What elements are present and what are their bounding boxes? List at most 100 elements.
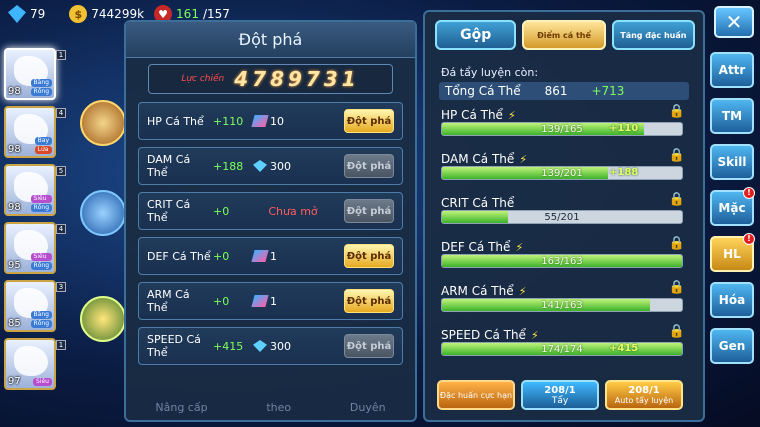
pokemon-portrait xyxy=(14,346,48,376)
breakthrough-row: ARM Cá Thể +0 1 Đột phá xyxy=(138,282,403,320)
padlock-icon[interactable]: 🔒 xyxy=(669,104,685,119)
diamond-icon xyxy=(253,160,267,172)
stamina-max: /157 xyxy=(202,7,230,21)
side-nav-list: Attr TM Skill Mặc! HL! Hóa Gen xyxy=(708,52,756,364)
tab-follow[interactable]: theo xyxy=(266,401,291,414)
team-slot[interactable]: 95 4 Siêu Rồng xyxy=(4,222,66,274)
auto-wash-button[interactable]: 208/1 Auto tẩy luyện xyxy=(605,380,683,410)
nav-hl[interactable]: HL! xyxy=(710,233,755,272)
nav-skill[interactable]: Skill xyxy=(710,144,754,180)
tab-special-training[interactable]: Tăng đặc huấn xyxy=(611,20,695,50)
stat-progress-text: 139/201 xyxy=(541,167,583,179)
team-list: 98 1 Băng Rồng 98 4 Bay Lửa 98 5 Siêu Rồng 95 4 Siêu Rồ… xyxy=(4,48,78,396)
team-slot[interactable]: 97 1 Siêu xyxy=(4,338,66,390)
team-slot[interactable]: 98 4 Bay Lửa xyxy=(4,106,66,158)
breakthrough-rows: HP Cá Thể +110 10 Đột phá DAM Cá Thể +188 300 Đ… xyxy=(126,102,415,365)
training-item-icon xyxy=(251,115,269,127)
type-tag: Rồng xyxy=(30,204,52,212)
extreme-training-button[interactable]: Đặc huấn cực hạn xyxy=(437,380,515,410)
type-tag: Băng xyxy=(30,79,52,87)
cost-value: 1 xyxy=(270,294,277,308)
nav-tm[interactable]: TM xyxy=(710,98,754,134)
pokemon-feature-icon[interactable] xyxy=(80,100,126,146)
stat-bonus: +0 xyxy=(213,249,230,263)
total-label: Tổng Cá Thể xyxy=(445,84,521,98)
padlock-icon[interactable]: 🔒 xyxy=(669,280,685,295)
stat-name: DAM Cá Thể xyxy=(147,153,191,179)
diamond-icon xyxy=(253,340,267,352)
slot-number: 4 xyxy=(56,108,66,118)
combat-power-value: 4789731 xyxy=(234,67,360,91)
tab-upgrade[interactable]: Nâng cấp xyxy=(155,401,207,414)
auto-wash-label: Auto tẩy luyện xyxy=(614,396,674,405)
type-tags: Siêu Rồng xyxy=(30,253,52,270)
breakthrough-button[interactable]: Đột phá xyxy=(344,109,394,133)
breakthrough-row: CRIT Cá Thể +0 Chưa mở Đột phá xyxy=(138,192,403,230)
padlock-icon[interactable]: 🔒 xyxy=(669,192,685,207)
stat-bonus: +0 xyxy=(213,204,230,218)
training-panel: Gộp Điểm cá thể Tăng đặc huấn Đá tẩy luy… xyxy=(423,10,705,422)
breakthrough-button[interactable]: Đột phá xyxy=(344,334,394,358)
wash-button[interactable]: 208/1 Tẩy xyxy=(521,380,599,410)
stat-progress-text: 55/201 xyxy=(544,211,580,223)
breakthrough-button[interactable]: Đột phá xyxy=(344,289,394,313)
extreme-training-label: Đặc huấn cực hạn xyxy=(439,390,513,400)
nav-mặc[interactable]: Mặc! xyxy=(710,187,755,226)
breakthrough-panel: Đột phá Lực chiến 4789731 HP Cá Thể +110 1… xyxy=(124,20,417,422)
total-bonus: +713 xyxy=(591,84,625,98)
training-item-icon xyxy=(251,250,269,262)
lightning-icon: ⚡ xyxy=(531,329,539,342)
nav-label: Attr xyxy=(718,63,746,77)
total-value: 861 xyxy=(544,84,568,98)
diamond-icon xyxy=(8,5,26,23)
stat-row: DEF Cá Thể ⚡ 🔒 163/163 xyxy=(441,236,703,276)
breakthrough-title: Đột phá xyxy=(126,22,415,58)
team-slot[interactable]: 85 3 Băng Rồng xyxy=(4,280,66,332)
lightning-icon: ⚡ xyxy=(508,109,516,122)
stat-name: CRIT Cá Thể xyxy=(441,196,515,210)
stat-name: SPEED Cá Thể xyxy=(147,333,201,359)
alert-badge: ! xyxy=(743,233,755,245)
padlock-icon[interactable]: 🔒 xyxy=(669,148,685,163)
tab-individual-points[interactable]: Điểm cá thể xyxy=(522,20,606,50)
padlock-icon[interactable]: 🔒 xyxy=(669,324,685,339)
element-wheel-icon[interactable] xyxy=(80,296,126,342)
nav-attr[interactable]: Attr xyxy=(710,52,754,88)
team-slot[interactable]: 98 1 Băng Rồng xyxy=(4,48,66,100)
stat-name: ARM Cá Thể xyxy=(441,284,514,298)
breakthrough-button[interactable]: Đột phá xyxy=(344,199,394,223)
lock-feature-icon[interactable] xyxy=(80,190,126,236)
breakthrough-row: SPEED Cá Thể +415 300 Đột phá xyxy=(138,327,403,365)
tab-merge[interactable]: Gộp xyxy=(435,20,517,50)
lightning-icon: ⚡ xyxy=(515,241,524,254)
breakthrough-button[interactable]: Đột phá xyxy=(344,244,394,268)
lightning-icon: ⚡ xyxy=(519,153,528,166)
type-tag: Bay xyxy=(34,137,52,145)
type-tag: Băng xyxy=(30,311,52,319)
stat-row: SPEED Cá Thể ⚡ 🔒 174/174 +415 xyxy=(441,324,703,364)
team-slot[interactable]: 98 5 Siêu Rồng xyxy=(4,164,66,216)
stat-bonus: +110 xyxy=(609,123,639,134)
type-tags: Băng Rồng xyxy=(30,311,52,328)
slot-number: 1 xyxy=(56,50,66,60)
tab-bond[interactable]: Duyên xyxy=(350,401,386,414)
type-tag: Siêu xyxy=(33,378,52,386)
lightning-icon: ⚡ xyxy=(518,285,527,298)
bottom-tabs: Nâng cấp theo Duyên xyxy=(126,401,415,414)
alert-badge: ! xyxy=(743,187,755,199)
stat-progress-text: 163/163 xyxy=(541,255,583,267)
type-tag: Rồng xyxy=(30,320,52,328)
stat-name: DAM Cá Thể xyxy=(441,152,515,166)
nav-label: Skill xyxy=(717,155,747,169)
type-tag: Siêu xyxy=(30,253,52,261)
close-button[interactable]: ✕ xyxy=(714,6,754,38)
cost-value: 300 xyxy=(270,339,291,353)
padlock-icon[interactable]: 🔒 xyxy=(669,236,685,251)
nav-gen[interactable]: Gen xyxy=(710,328,754,364)
close-icon: ✕ xyxy=(725,10,743,34)
breakthrough-button[interactable]: Đột phá xyxy=(344,154,394,178)
nav-hóa[interactable]: Hóa xyxy=(710,282,754,318)
stat-name: SPEED Cá Thể xyxy=(441,328,526,342)
stat-progress-text: 174/174 xyxy=(541,343,583,355)
stat-bonus: +110 xyxy=(213,114,244,128)
